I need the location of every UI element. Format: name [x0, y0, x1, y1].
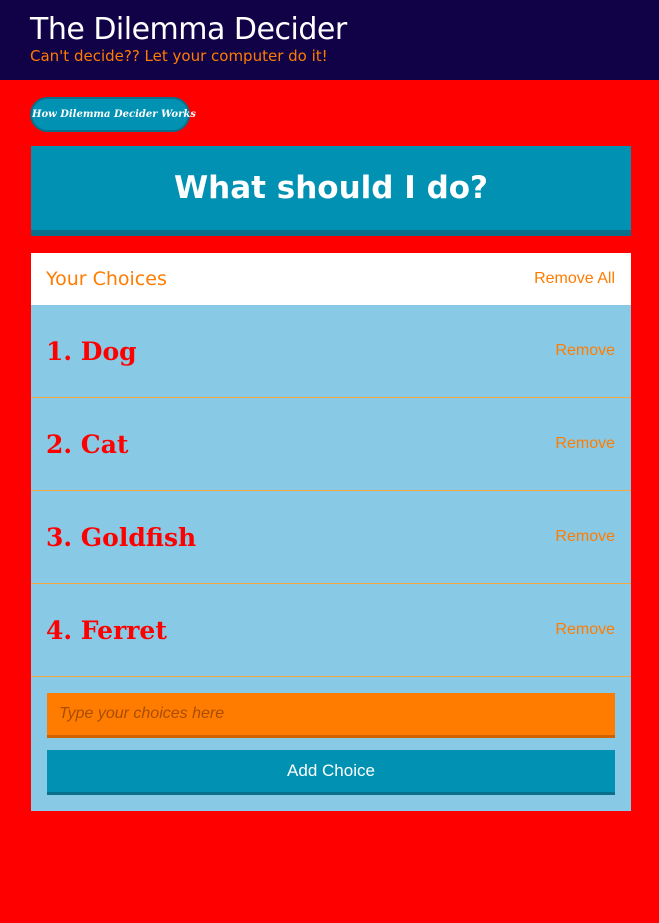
decide-button[interactable]: What should I do? — [31, 146, 631, 236]
choice-label: 3. Goldfish — [46, 523, 197, 552]
app-subtitle: Can't decide?? Let your computer do it! — [30, 47, 328, 65]
choice-item: 3. Goldfish Remove — [31, 491, 631, 584]
choice-item: 1. Dog Remove — [31, 305, 631, 398]
choice-label: 2. Cat — [46, 430, 129, 459]
choice-label: 4. Ferret — [46, 616, 167, 645]
remove-choice-button[interactable]: Remove — [555, 339, 615, 363]
add-choice-button[interactable]: Add Choice — [47, 750, 615, 795]
how-it-works-button[interactable]: How Dilemma Decider Works — [30, 97, 196, 132]
choice-item: 4. Ferret Remove — [31, 584, 631, 677]
choices-header: Your Choices Remove All — [31, 253, 631, 305]
remove-all-button[interactable]: Remove All — [534, 267, 615, 291]
remove-choice-button[interactable]: Remove — [555, 618, 615, 642]
remove-choice-button[interactable]: Remove — [555, 432, 615, 456]
remove-choice-button[interactable]: Remove — [555, 525, 615, 549]
choice-item: 2. Cat Remove — [31, 398, 631, 491]
choice-label: 1. Dog — [46, 337, 137, 366]
app-title: The Dilemma Decider — [30, 12, 347, 47]
choice-input[interactable] — [47, 693, 615, 738]
choices-title: Your Choices — [46, 268, 167, 290]
app-header: The Dilemma Decider Can't decide?? Let y… — [0, 0, 659, 80]
choices-panel: 1. Dog Remove 2. Cat Remove 3. Goldfish … — [31, 305, 631, 811]
